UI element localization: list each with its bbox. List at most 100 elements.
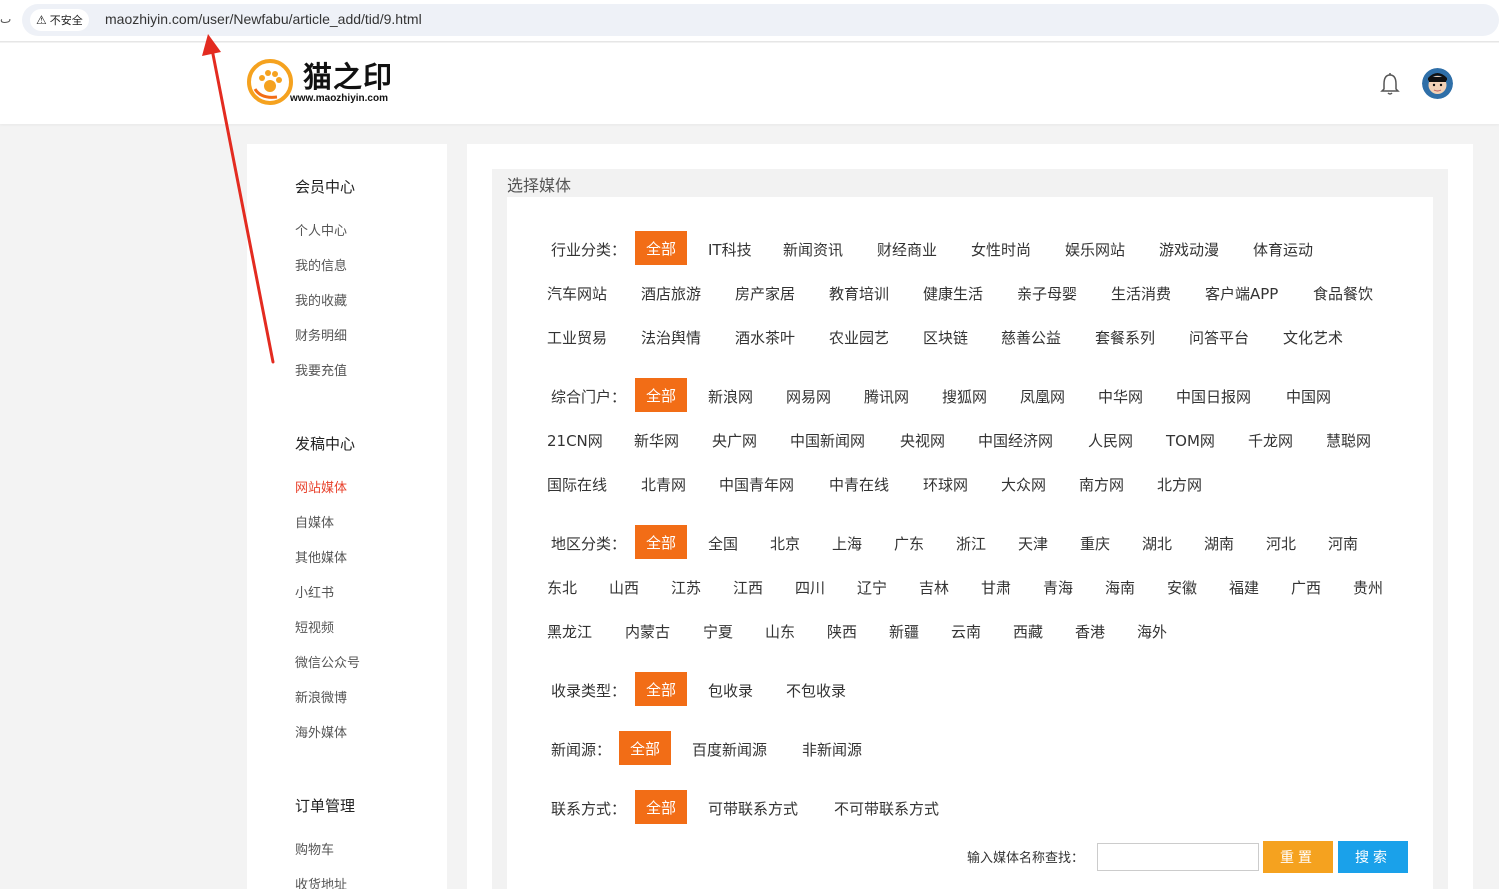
filter-option[interactable]: IT科技 bbox=[708, 239, 752, 260]
filter-option[interactable]: 北方网 bbox=[1157, 474, 1202, 495]
sidebar-item-personal-center[interactable]: 个人中心 bbox=[295, 220, 347, 239]
portal-all-button[interactable]: 全部 bbox=[635, 378, 687, 412]
filter-option[interactable]: 新华网 bbox=[634, 430, 679, 451]
filter-option[interactable]: 文化艺术 bbox=[1283, 327, 1343, 348]
sidebar-item-weibo[interactable]: 新浪微博 bbox=[295, 687, 347, 706]
filter-option[interactable]: 客户端APP bbox=[1205, 283, 1278, 304]
site-logo[interactable]: 猫之印 www.maozhiyin.com bbox=[247, 59, 393, 105]
filter-option[interactable]: 福建 bbox=[1229, 577, 1259, 598]
filter-option[interactable]: 宁夏 bbox=[703, 621, 733, 642]
filter-option[interactable]: 江苏 bbox=[671, 577, 701, 598]
filter-option[interactable]: 娱乐网站 bbox=[1065, 239, 1125, 260]
filter-option[interactable]: 中国经济网 bbox=[978, 430, 1053, 451]
filter-option[interactable]: 天津 bbox=[1018, 533, 1048, 554]
filter-option[interactable]: 湖南 bbox=[1204, 533, 1234, 554]
filter-option[interactable]: 房产家居 bbox=[735, 283, 795, 304]
filter-option[interactable]: TOM网 bbox=[1166, 430, 1215, 451]
filter-option[interactable]: 香港 bbox=[1075, 621, 1105, 642]
filter-option[interactable]: 网易网 bbox=[786, 386, 831, 407]
filter-option[interactable]: 农业园艺 bbox=[829, 327, 889, 348]
filter-option[interactable]: 山西 bbox=[609, 577, 639, 598]
filter-option[interactable]: 包收录 bbox=[708, 680, 753, 701]
filter-option[interactable]: 山东 bbox=[765, 621, 795, 642]
filter-option[interactable]: 大众网 bbox=[1001, 474, 1046, 495]
filter-option[interactable]: 内蒙古 bbox=[625, 621, 670, 642]
filter-option[interactable]: 酒店旅游 bbox=[641, 283, 701, 304]
contact-all-button[interactable]: 全部 bbox=[635, 790, 687, 824]
sidebar-item-cart[interactable]: 购物车 bbox=[295, 839, 334, 858]
filter-option[interactable]: 百度新闻源 bbox=[692, 739, 767, 760]
avatar[interactable] bbox=[1422, 68, 1453, 99]
filter-option[interactable]: 河南 bbox=[1328, 533, 1358, 554]
filter-option[interactable]: 人民网 bbox=[1088, 430, 1133, 451]
filter-option[interactable]: 新疆 bbox=[889, 621, 919, 642]
filter-option[interactable]: 千龙网 bbox=[1248, 430, 1293, 451]
media-name-search-input[interactable] bbox=[1097, 843, 1259, 871]
filter-option[interactable]: 北青网 bbox=[641, 474, 686, 495]
filter-option[interactable]: 食品餐饮 bbox=[1313, 283, 1373, 304]
filter-option[interactable]: 生活消费 bbox=[1111, 283, 1171, 304]
filter-option[interactable]: 安徽 bbox=[1167, 577, 1197, 598]
industry-all-button[interactable]: 全部 bbox=[635, 231, 687, 265]
reset-button[interactable]: 重置 bbox=[1263, 841, 1333, 873]
filter-option[interactable]: 陕西 bbox=[827, 621, 857, 642]
filter-option[interactable]: 央广网 bbox=[712, 430, 757, 451]
filter-option[interactable]: 广东 bbox=[894, 533, 924, 554]
filter-option[interactable]: 汽车网站 bbox=[547, 283, 607, 304]
filter-option[interactable]: 吉林 bbox=[919, 577, 949, 598]
region-all-button[interactable]: 全部 bbox=[635, 525, 687, 559]
filter-option[interactable]: 亲子母婴 bbox=[1017, 283, 1077, 304]
filter-option[interactable]: 教育培训 bbox=[829, 283, 889, 304]
filter-option[interactable]: 问答平台 bbox=[1189, 327, 1249, 348]
filter-option[interactable]: 慈善公益 bbox=[1001, 327, 1061, 348]
sidebar-item-recharge[interactable]: 我要充值 bbox=[295, 360, 347, 379]
filter-option[interactable]: 工业贸易 bbox=[547, 327, 607, 348]
reload-icon[interactable]: ٮ bbox=[0, 12, 11, 26]
filter-option[interactable]: 健康生活 bbox=[923, 283, 983, 304]
filter-option[interactable]: 西藏 bbox=[1013, 621, 1043, 642]
filter-option[interactable]: 不包收录 bbox=[786, 680, 846, 701]
filter-option[interactable]: 酒水茶叶 bbox=[735, 327, 795, 348]
filter-option[interactable]: 海外 bbox=[1137, 621, 1167, 642]
security-indicator[interactable]: ⚠ 不安全 bbox=[30, 9, 89, 31]
filter-option[interactable]: 套餐系列 bbox=[1095, 327, 1155, 348]
index-type-all-button[interactable]: 全部 bbox=[635, 672, 687, 706]
filter-option[interactable]: 重庆 bbox=[1080, 533, 1110, 554]
filter-option[interactable]: 中国青年网 bbox=[719, 474, 794, 495]
filter-option[interactable]: 中青在线 bbox=[829, 474, 889, 495]
sidebar-item-short-video[interactable]: 短视频 bbox=[295, 617, 334, 636]
filter-option[interactable]: 女性时尚 bbox=[971, 239, 1031, 260]
filter-option[interactable]: 财经商业 bbox=[877, 239, 937, 260]
filter-option[interactable]: 甘肃 bbox=[981, 577, 1011, 598]
sidebar-item-other-media[interactable]: 其他媒体 bbox=[295, 547, 347, 566]
filter-option[interactable]: 央视网 bbox=[900, 430, 945, 451]
search-button[interactable]: 搜索 bbox=[1338, 841, 1408, 873]
sidebar-item-finance[interactable]: 财务明细 bbox=[295, 325, 347, 344]
filter-option[interactable]: 不可带联系方式 bbox=[834, 798, 939, 819]
filter-option[interactable]: 东北 bbox=[547, 577, 577, 598]
sidebar-item-self-media[interactable]: 自媒体 bbox=[295, 512, 334, 531]
filter-option[interactable]: 北京 bbox=[770, 533, 800, 554]
news-source-all-button[interactable]: 全部 bbox=[619, 731, 671, 765]
filter-option[interactable]: 南方网 bbox=[1079, 474, 1124, 495]
sidebar-item-overseas-media[interactable]: 海外媒体 bbox=[295, 722, 347, 741]
filter-option[interactable]: 非新闻源 bbox=[802, 739, 862, 760]
filter-option[interactable]: 搜狐网 bbox=[942, 386, 987, 407]
filter-option[interactable]: 江西 bbox=[733, 577, 763, 598]
filter-option[interactable]: 国际在线 bbox=[547, 474, 607, 495]
filter-option[interactable]: 游戏动漫 bbox=[1159, 239, 1219, 260]
filter-option[interactable]: 全国 bbox=[708, 533, 738, 554]
filter-option[interactable]: 浙江 bbox=[956, 533, 986, 554]
filter-option[interactable]: 中国日报网 bbox=[1176, 386, 1251, 407]
filter-option[interactable]: 新闻资讯 bbox=[783, 239, 843, 260]
filter-option[interactable]: 青海 bbox=[1043, 577, 1073, 598]
url-field[interactable]: ⚠ 不安全 maozhiyin.com/user/Newfabu/article… bbox=[22, 4, 1499, 36]
filter-option[interactable]: 云南 bbox=[951, 621, 981, 642]
filter-option[interactable]: 新浪网 bbox=[708, 386, 753, 407]
filter-option[interactable]: 21CN网 bbox=[547, 430, 603, 451]
filter-option[interactable]: 中华网 bbox=[1098, 386, 1143, 407]
filter-option[interactable]: 中国网 bbox=[1286, 386, 1331, 407]
filter-option[interactable]: 环球网 bbox=[923, 474, 968, 495]
filter-option[interactable]: 法治舆情 bbox=[641, 327, 701, 348]
filter-option[interactable]: 腾讯网 bbox=[864, 386, 909, 407]
